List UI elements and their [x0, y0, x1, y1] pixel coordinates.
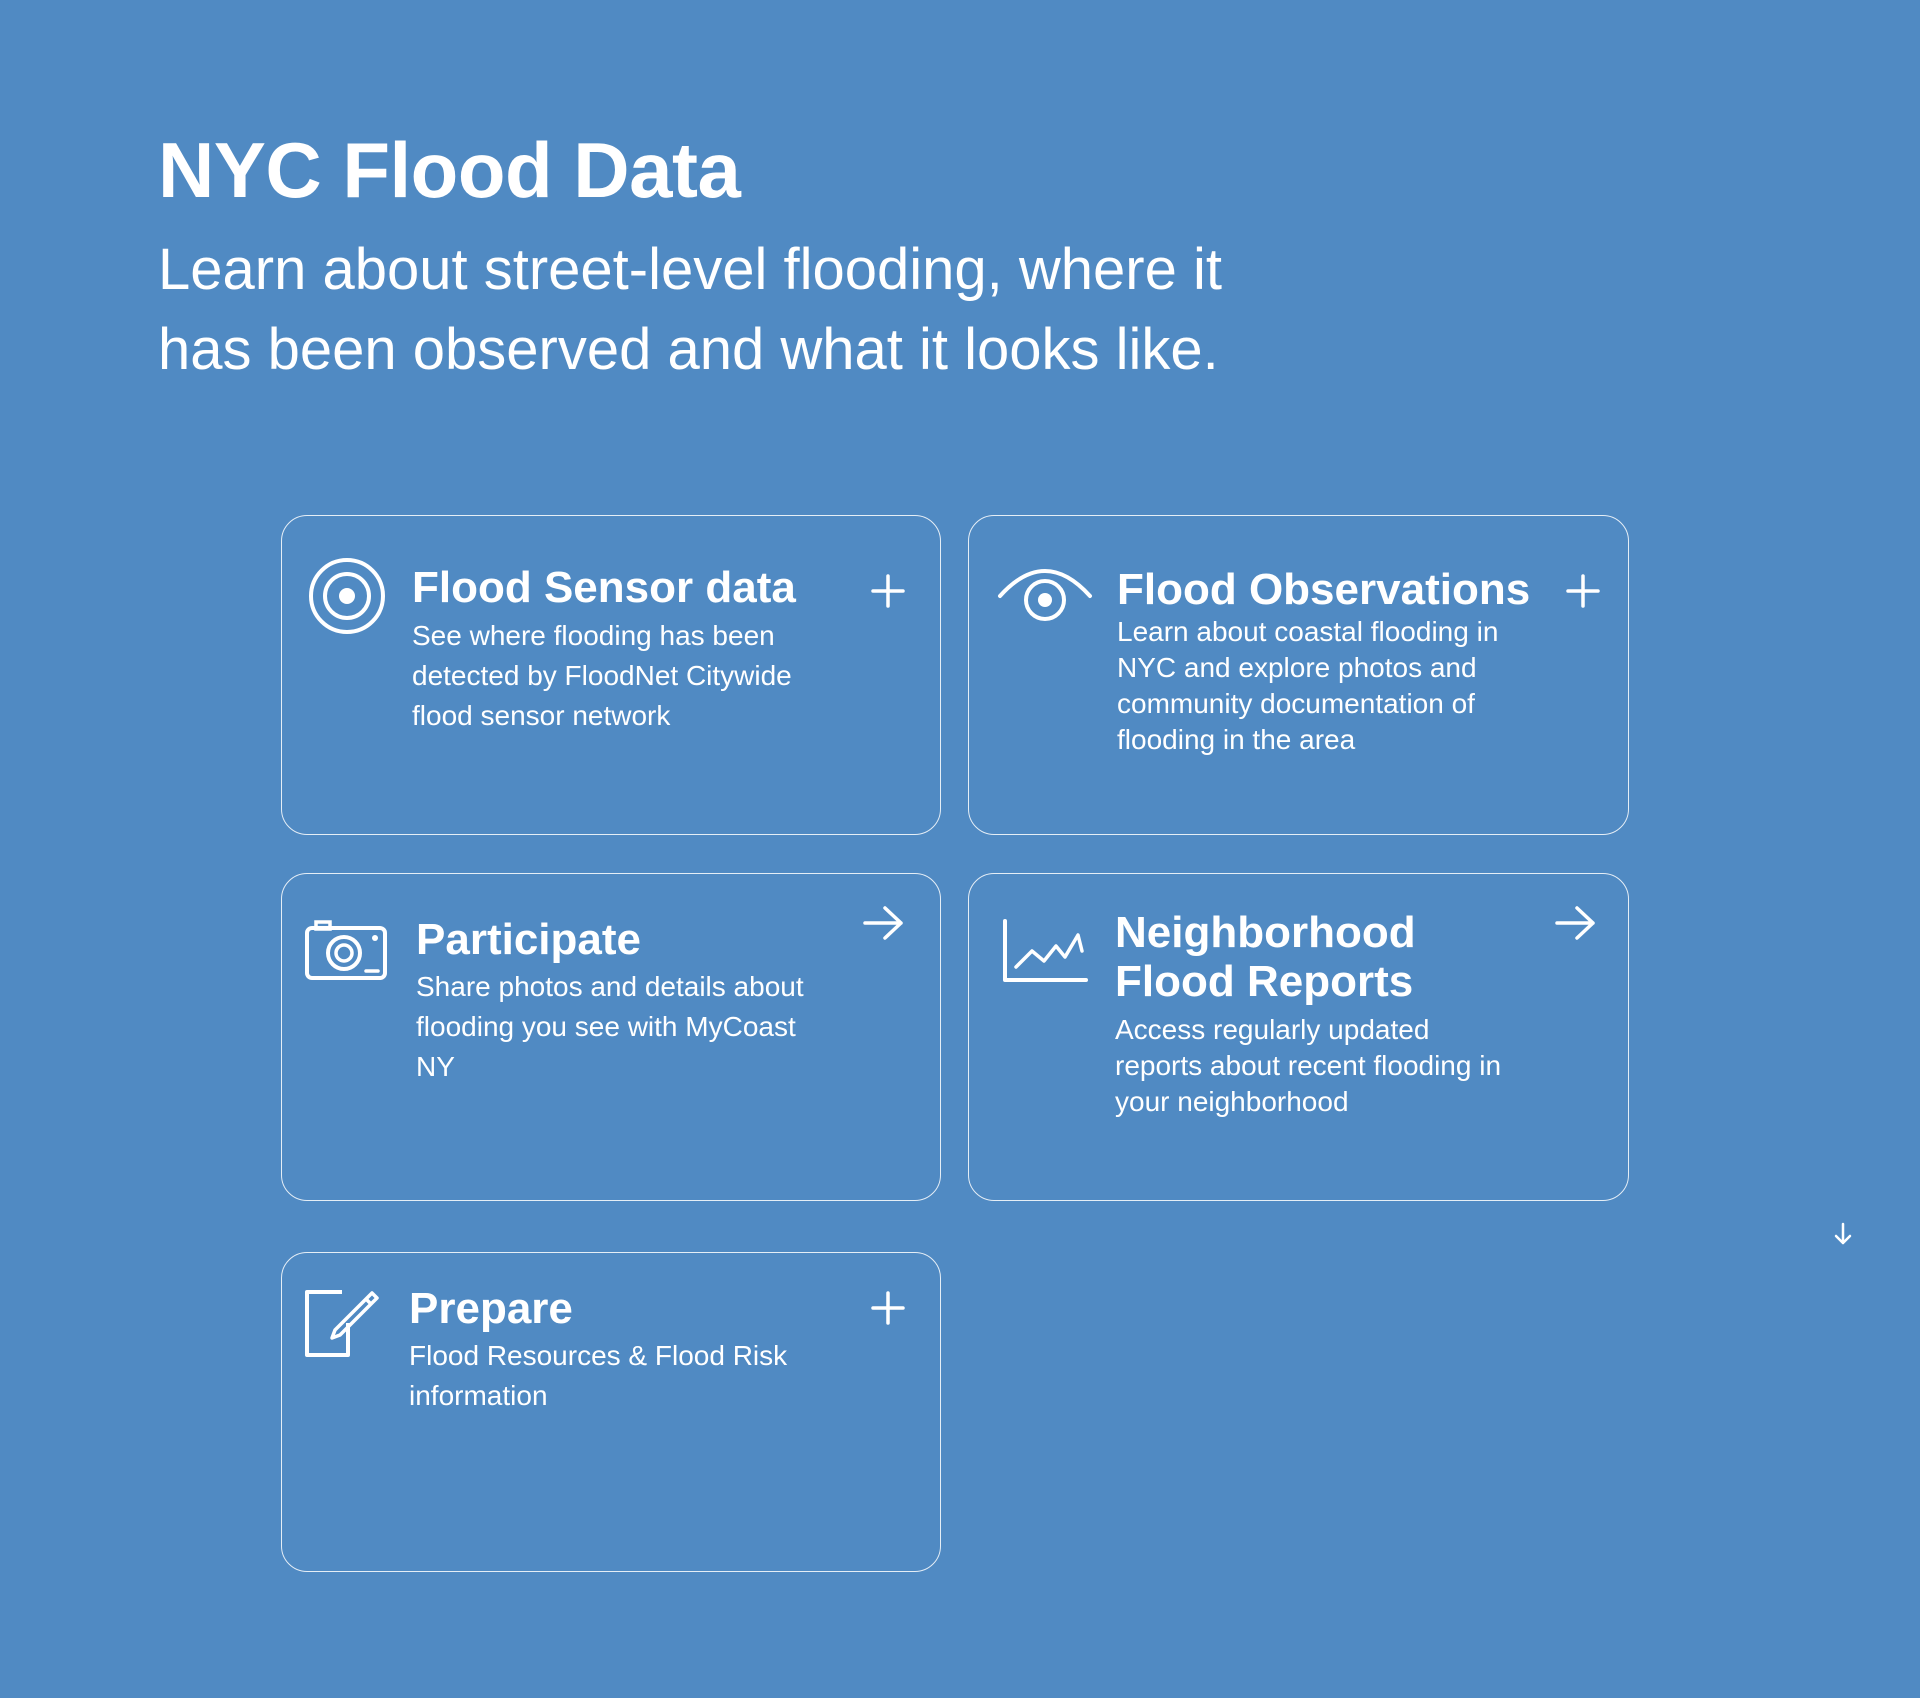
card-description: Access regularly updated reports about r… — [1115, 1014, 1502, 1117]
card-title: Participate — [416, 915, 641, 964]
card-prepare[interactable]: Prepare Flood Resources & Flood Risk inf… — [281, 1252, 941, 1572]
arrow-down-icon[interactable] — [1832, 1222, 1854, 1251]
page-header: NYC Flood Data Learn about street-level … — [158, 126, 1458, 390]
target-icon — [308, 557, 386, 635]
card-participate[interactable]: Participate Share photos and details abo… — [281, 873, 941, 1201]
card-description: Learn about coastal flooding in NYC and … — [1117, 616, 1499, 755]
page-subtitle: Learn about street-level flooding, where… — [158, 236, 1222, 382]
card-description: Flood Resources & Flood Risk information — [409, 1340, 788, 1411]
card-neighborhood-flood-reports[interactable]: Neighborhood Flood Reports Access regula… — [968, 873, 1629, 1201]
edit-document-icon — [304, 1289, 380, 1361]
card-flood-observations[interactable]: Flood Observations Learn about coastal f… — [968, 515, 1629, 835]
line-chart-icon — [1002, 919, 1088, 983]
card-title: Flood Observations — [1117, 565, 1531, 614]
card-flood-sensor-data[interactable]: Flood Sensor data See where flooding has… — [281, 515, 941, 835]
card-description: Share photos and details about flooding … — [416, 971, 804, 1082]
camera-icon — [304, 919, 388, 981]
card-description: See where flooding has been detected by … — [412, 620, 792, 731]
arrow-right-icon[interactable] — [1554, 904, 1598, 942]
plus-icon[interactable] — [871, 1291, 905, 1325]
card-title: Prepare — [409, 1284, 573, 1333]
card-title: Flood Sensor data — [412, 563, 796, 612]
plus-icon[interactable] — [1566, 574, 1600, 608]
eye-icon — [997, 566, 1093, 626]
plus-icon[interactable] — [871, 574, 905, 608]
card-title: Neighborhood Flood Reports — [1115, 908, 1416, 1006]
arrow-right-icon[interactable] — [862, 904, 906, 942]
page-title: NYC Flood Data — [158, 126, 741, 214]
